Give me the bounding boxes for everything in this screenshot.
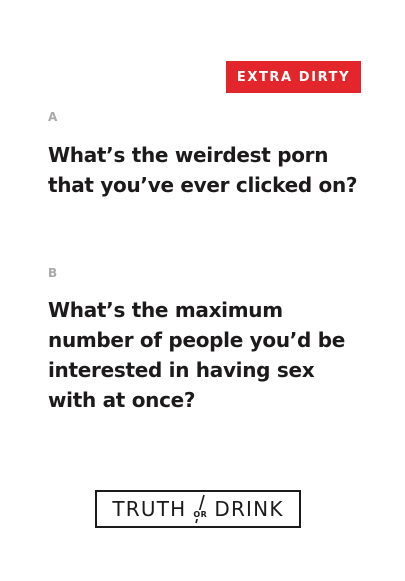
logo-word-truth: TRUTH [112,497,187,521]
option-b-letter: B [48,266,58,280]
option-b-question: What’s the maximum number of people you’… [48,298,346,412]
logo-or-mark: OR [187,492,213,526]
option-a-letter: A [48,110,58,124]
truth-or-drink-logo: TRUTH OR DRINK [95,490,301,528]
question-card: EXTRA DIRTY A What’s the weirdest porn t… [0,0,405,581]
logo-word-drink: DRINK [214,497,284,521]
logo-word-or: OR [192,509,209,519]
option-a-question: What’s the weirdest porn that you’ve eve… [48,143,358,197]
category-badge: EXTRA DIRTY [226,61,361,93]
